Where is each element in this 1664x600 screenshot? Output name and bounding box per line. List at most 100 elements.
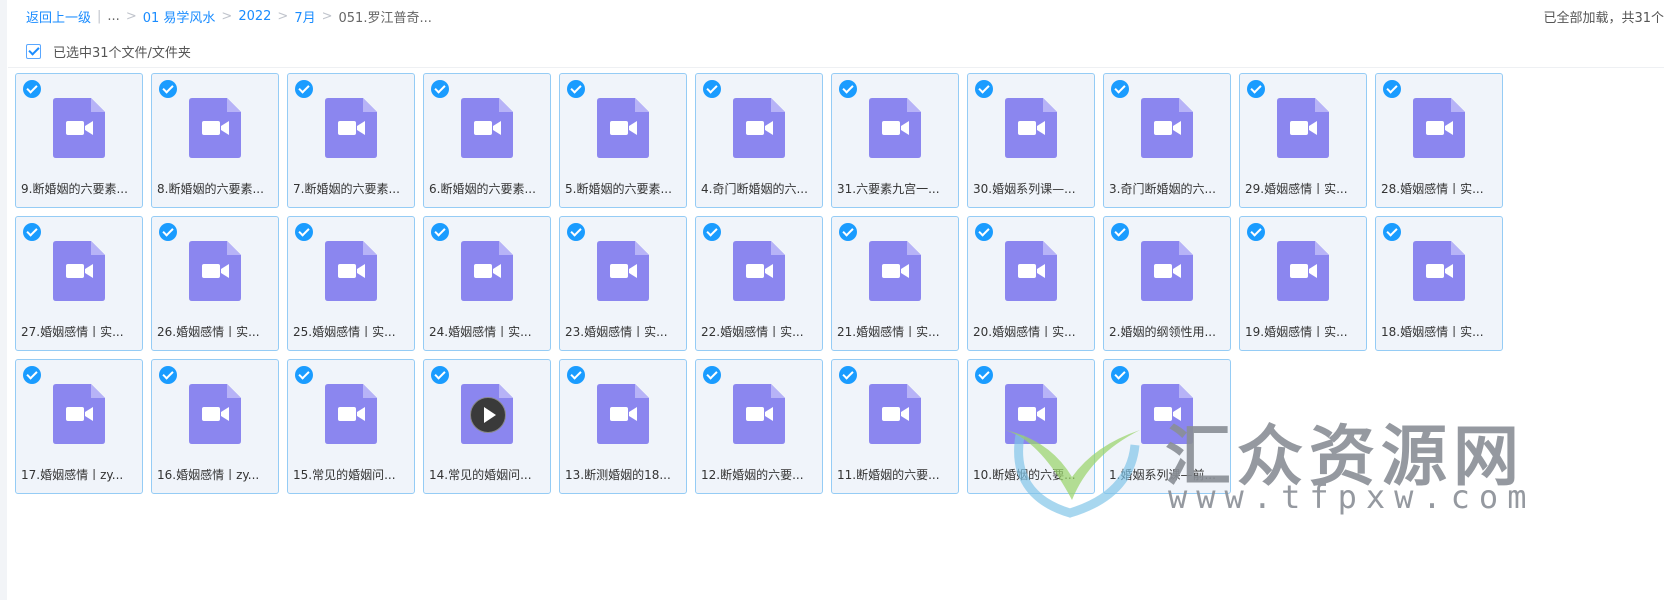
check-circle-icon[interactable] (1111, 80, 1129, 98)
check-circle-icon[interactable] (703, 80, 721, 98)
file-tile[interactable]: 31.六要素九宫一... (831, 73, 959, 208)
file-tile[interactable]: 28.婚姻感情丨实... (1375, 73, 1503, 208)
file-tile[interactable]: 5.断婚姻的六要素... (559, 73, 687, 208)
file-name: 28.婚姻感情丨实... (1381, 182, 1484, 196)
check-circle-icon[interactable] (1111, 366, 1129, 384)
file-tile[interactable]: 23.婚姻感情丨实... (559, 216, 687, 351)
video-file-icon (869, 98, 921, 158)
check-circle-icon[interactable] (431, 80, 449, 98)
check-circle-icon[interactable] (839, 366, 857, 384)
file-name: 14.常见的婚姻问... (429, 468, 532, 482)
check-circle-icon[interactable] (567, 80, 585, 98)
file-tile[interactable]: 26.婚姻感情丨实... (151, 216, 279, 351)
file-name: 3.奇门断婚姻的六... (1109, 182, 1216, 196)
check-circle-icon[interactable] (1247, 223, 1265, 241)
file-tile[interactable]: 17.婚姻感情丨zy... (15, 359, 143, 494)
file-tile[interactable]: 13.断测婚姻的18... (559, 359, 687, 494)
file-tile[interactable]: 11.断婚姻的六要... (831, 359, 959, 494)
breadcrumb-ellipsis[interactable]: ... (107, 9, 119, 24)
video-file-icon (733, 241, 785, 301)
file-tile[interactable]: 25.婚姻感情丨实... (287, 216, 415, 351)
file-tile[interactable]: 18.婚姻感情丨实... (1375, 216, 1503, 351)
check-circle-icon[interactable] (1383, 80, 1401, 98)
selection-bar: 已选中31个文件/文件夹 (26, 42, 191, 61)
check-circle-icon[interactable] (295, 80, 313, 98)
file-tile[interactable]: 19.婚姻感情丨实... (1239, 216, 1367, 351)
video-file-icon (1413, 98, 1465, 158)
video-file-icon (325, 241, 377, 301)
video-file-icon (189, 241, 241, 301)
file-tile[interactable]: 22.婚姻感情丨实... (695, 216, 823, 351)
file-name: 8.断婚姻的六要素... (157, 182, 264, 196)
play-icon[interactable] (470, 397, 506, 433)
breadcrumb: 返回上一级 | ... > 01 易学风水 > 2022 > 7月 > 051.… (26, 6, 432, 26)
file-tile[interactable]: 8.断婚姻的六要素... (151, 73, 279, 208)
file-name: 1.婚姻系列课—前... (1109, 468, 1216, 482)
file-tile[interactable]: 29.婚姻感情丨实... (1239, 73, 1367, 208)
check-circle-icon[interactable] (159, 80, 177, 98)
check-circle-icon[interactable] (159, 366, 177, 384)
file-tile[interactable]: 4.奇门断婚姻的六... (695, 73, 823, 208)
file-tile[interactable]: 9.断婚姻的六要素... (15, 73, 143, 208)
video-file-icon (189, 384, 241, 444)
file-tile[interactable]: 27.婚姻感情丨实... (15, 216, 143, 351)
file-tile[interactable]: 7.断婚姻的六要素... (287, 73, 415, 208)
check-circle-icon[interactable] (975, 80, 993, 98)
breadcrumb-item-3[interactable]: 7月 (294, 7, 315, 26)
check-circle-icon[interactable] (703, 223, 721, 241)
file-tile[interactable]: 24.婚姻感情丨实... (423, 216, 551, 351)
check-circle-icon[interactable] (431, 366, 449, 384)
chevron-right-icon: > (277, 8, 289, 24)
check-circle-icon[interactable] (23, 366, 41, 384)
video-file-icon (53, 384, 105, 444)
chevron-right-icon: > (125, 8, 137, 24)
file-name: 18.婚姻感情丨实... (1381, 325, 1484, 339)
check-circle-icon[interactable] (703, 366, 721, 384)
breadcrumb-item-1[interactable]: 01 易学风水 (143, 7, 216, 26)
check-circle-icon[interactable] (23, 223, 41, 241)
file-tile[interactable]: 20.婚姻感情丨实... (967, 216, 1095, 351)
check-circle-icon[interactable] (567, 223, 585, 241)
check-circle-icon[interactable] (1247, 80, 1265, 98)
check-circle-icon[interactable] (1111, 223, 1129, 241)
file-name: 29.婚姻感情丨实... (1245, 182, 1348, 196)
video-file-icon (733, 98, 785, 158)
video-file-icon (1005, 241, 1057, 301)
check-circle-icon[interactable] (295, 223, 313, 241)
file-tile[interactable]: 1.婚姻系列课—前... (1103, 359, 1231, 494)
video-file-icon (461, 241, 513, 301)
file-tile[interactable]: 12.断婚姻的六要... (695, 359, 823, 494)
file-tile[interactable]: 3.奇门断婚姻的六... (1103, 73, 1231, 208)
file-tile[interactable]: 10.断婚姻的六要... (967, 359, 1095, 494)
breadcrumb-item-2[interactable]: 2022 (238, 9, 271, 24)
file-name: 19.婚姻感情丨实... (1245, 325, 1348, 339)
back-link[interactable]: 返回上一级 (26, 7, 91, 26)
file-name: 7.断婚姻的六要素... (293, 182, 400, 196)
check-circle-icon[interactable] (839, 80, 857, 98)
file-tile[interactable]: 6.断婚姻的六要素... (423, 73, 551, 208)
file-name: 21.婚姻感情丨实... (837, 325, 940, 339)
check-circle-icon[interactable] (975, 223, 993, 241)
video-file-icon (733, 384, 785, 444)
check-circle-icon[interactable] (1383, 223, 1401, 241)
file-tile[interactable]: 15.常见的婚姻问... (287, 359, 415, 494)
check-circle-icon[interactable] (431, 223, 449, 241)
check-circle-icon[interactable] (839, 223, 857, 241)
check-circle-icon[interactable] (159, 223, 177, 241)
file-tile[interactable]: 2.婚姻的纲领性用... (1103, 216, 1231, 351)
check-circle-icon[interactable] (567, 366, 585, 384)
file-tile[interactable]: 30.婚姻系列课—... (967, 73, 1095, 208)
file-tile[interactable]: 14.常见的婚姻问... (423, 359, 551, 494)
breadcrumb-current: 051.罗江普奇... (338, 10, 432, 26)
check-circle-icon[interactable] (23, 80, 41, 98)
file-name: 16.婚姻感情丨zy... (157, 468, 260, 482)
file-name: 2.婚姻的纲领性用... (1109, 325, 1216, 339)
file-name: 26.婚姻感情丨实... (157, 325, 260, 339)
video-file-icon (1141, 241, 1193, 301)
file-tile[interactable]: 16.婚姻感情丨zy... (151, 359, 279, 494)
select-all-checkbox[interactable] (26, 44, 41, 59)
check-circle-icon[interactable] (295, 366, 313, 384)
check-circle-icon[interactable] (975, 366, 993, 384)
video-file-icon (597, 241, 649, 301)
file-tile[interactable]: 21.婚姻感情丨实... (831, 216, 959, 351)
